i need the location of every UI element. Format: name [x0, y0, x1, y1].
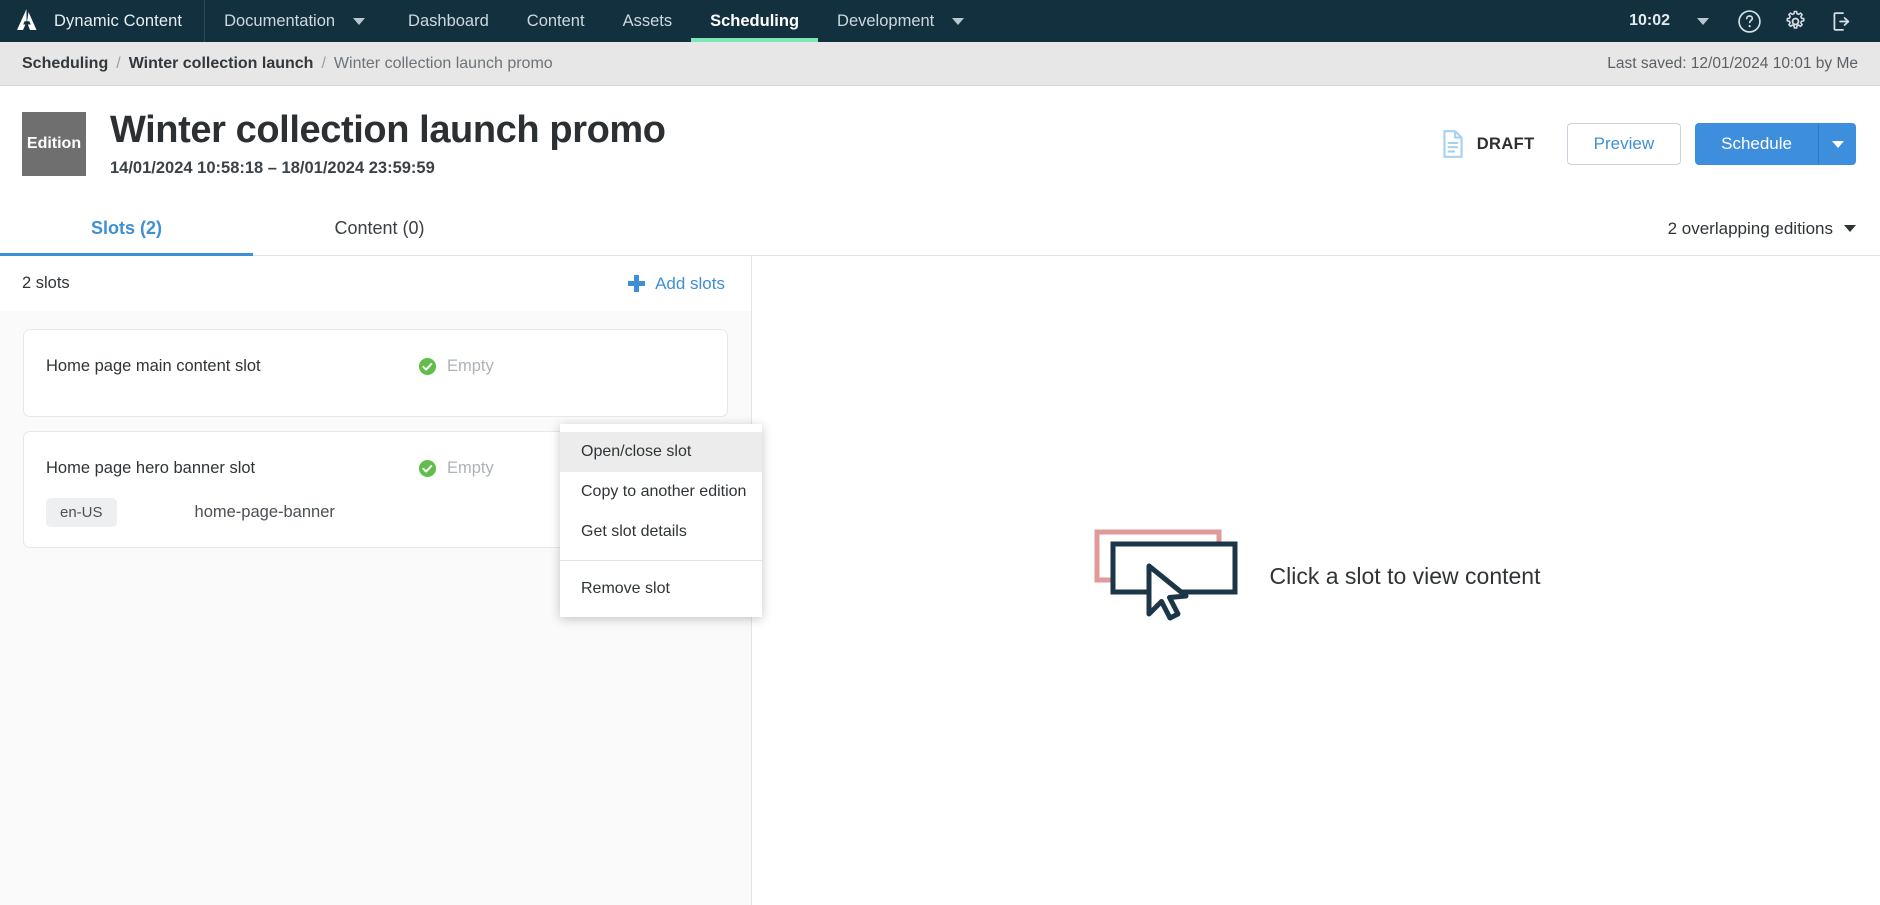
slot-status-label: Empty	[447, 458, 494, 477]
page-title: Winter collection launch promo	[110, 108, 666, 151]
nav-item-assets[interactable]: Assets	[604, 0, 692, 42]
plus-icon	[628, 275, 646, 292]
nav-development-caret[interactable]	[942, 0, 988, 42]
slot-status: Empty	[418, 459, 494, 478]
nav-item-documentation-label: Documentation	[224, 11, 336, 30]
main-content-area: 2 slots Add slots Home page main content…	[0, 256, 1880, 905]
tab-content-label: Content (0)	[334, 218, 425, 238]
chevron-down-icon	[1831, 140, 1844, 148]
brand-home-link[interactable]: Dynamic Content	[0, 0, 206, 42]
overlapping-editions-dropdown[interactable]: 2 overlapping editions	[1668, 219, 1856, 239]
page-header: Edition Winter collection launch promo 1…	[0, 86, 1880, 202]
logout-button[interactable]	[1818, 0, 1864, 42]
click-slot-cursor-illustration-icon	[1091, 526, 1243, 627]
breadcrumb-separator: /	[116, 54, 121, 72]
nav-item-content-label: Content	[526, 11, 585, 30]
tab-slots[interactable]: Slots (2)	[0, 202, 253, 256]
add-slots-label: Add slots	[655, 273, 725, 293]
empty-state-message: Click a slot to view content	[1269, 563, 1541, 589]
logout-icon	[1833, 11, 1849, 31]
slot-context-menu: Open/close slot Copy to another edition …	[560, 424, 762, 617]
slot-status-label: Empty	[447, 356, 494, 375]
nav-item-content[interactable]: Content	[508, 0, 604, 42]
breadcrumb-bar: Scheduling / Winter collection launch / …	[0, 42, 1880, 86]
status-badge: DRAFT	[1440, 129, 1535, 159]
status-label: DRAFT	[1476, 134, 1535, 153]
last-saved-label: Last saved: 12/01/2024 10:01 by Me	[1607, 54, 1858, 72]
page-header-text: Winter collection launch promo 14/01/202…	[110, 108, 666, 179]
breadcrumb-item-current: Winter collection launch promo	[333, 54, 553, 72]
page-header-actions: DRAFT Preview Schedule	[1440, 123, 1856, 165]
chevron-down-icon	[1697, 17, 1709, 25]
clock-dropdown-button[interactable]	[1680, 0, 1726, 42]
slot-card-home-page-main-content[interactable]: Home page main content slot Empty	[23, 329, 728, 417]
nav-item-documentation[interactable]: Documentation	[205, 0, 343, 42]
schedule-dropdown-button[interactable]	[1818, 123, 1856, 165]
slot-summary-row: Home page main content slot Empty	[24, 330, 727, 382]
tab-slots-label: Slots (2)	[90, 218, 162, 238]
chevron-down-icon	[952, 17, 965, 25]
help-circle-icon	[1737, 9, 1761, 33]
breadcrumb-item-scheduling[interactable]: Scheduling	[22, 55, 108, 73]
slot-locale-badge: en-US	[46, 498, 117, 527]
breadcrumb-separator: /	[321, 54, 326, 72]
settings-button[interactable]	[1772, 0, 1818, 42]
chevron-down-icon	[353, 17, 366, 25]
breadcrumb-item-winter-collection-launch[interactable]: Winter collection launch	[129, 55, 314, 73]
slots-count-label: 2 slots	[22, 274, 70, 292]
slot-meta-label: home-page-banner	[194, 503, 335, 521]
nav-item-scheduling[interactable]: Scheduling	[691, 0, 818, 42]
nav-item-dashboard[interactable]: Dashboard	[389, 0, 508, 42]
tab-list: Slots (2) Content (0)	[0, 202, 506, 256]
tab-content[interactable]: Content (0)	[253, 202, 506, 255]
preview-button[interactable]: Preview	[1566, 123, 1682, 165]
slot-name: Home page hero banner slot	[46, 458, 256, 477]
chevron-down-icon	[1844, 225, 1856, 232]
main-nav-items: Documentation Dashboard Content Assets S…	[205, 0, 988, 42]
draft-document-icon	[1443, 130, 1463, 158]
check-circle-icon	[418, 459, 437, 477]
slot-status: Empty	[418, 357, 494, 376]
content-preview-panel: Click a slot to view content	[752, 256, 1880, 905]
context-menu-item-open-close-slot[interactable]: Open/close slot	[560, 432, 762, 472]
nav-item-development-label: Development	[837, 11, 935, 30]
tab-bar: Slots (2) Content (0) 2 overlapping edit…	[0, 202, 1880, 256]
slots-toolbar: 2 slots Add slots	[0, 256, 751, 311]
overlapping-editions-label: 2 overlapping editions	[1667, 218, 1833, 238]
add-slots-button[interactable]: Add slots	[628, 274, 725, 294]
nav-item-dashboard-label: Dashboard	[408, 11, 489, 30]
nav-item-assets-label: Assets	[622, 11, 673, 30]
top-navigation-bar: Dynamic Content Documentation Dashboard …	[0, 0, 1880, 42]
nav-item-development[interactable]: Development	[818, 0, 942, 42]
empty-state: Click a slot to view content	[1091, 526, 1541, 627]
context-menu-item-get-slot-details[interactable]: Get slot details	[560, 512, 762, 552]
edition-date-range: 14/01/2024 10:58:18 – 18/01/2024 23:59:5…	[110, 159, 435, 178]
schedule-button[interactable]: Schedule	[1695, 123, 1818, 165]
nav-documentation-caret[interactable]	[343, 0, 389, 42]
gear-icon	[1786, 10, 1804, 29]
help-button[interactable]	[1726, 0, 1772, 42]
context-menu-separator	[560, 560, 762, 561]
brand-name-label: Dynamic Content	[54, 11, 183, 30]
edition-type-badge: Edition	[22, 112, 86, 176]
context-menu-item-copy-to-another-edition[interactable]: Copy to another edition	[560, 472, 762, 512]
context-menu-item-remove-slot[interactable]: Remove slot	[560, 569, 762, 609]
top-nav-right-actions: 10:02	[1629, 0, 1880, 42]
check-circle-icon	[418, 357, 437, 375]
clock-label: 10:02	[1629, 12, 1670, 29]
dynamic-content-logo-icon	[14, 8, 40, 34]
nav-item-scheduling-label: Scheduling	[710, 11, 800, 30]
slot-name: Home page main content slot	[46, 356, 261, 375]
